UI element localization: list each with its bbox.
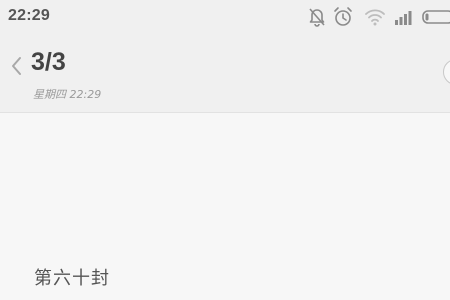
- bell-muted-icon: [308, 6, 326, 28]
- back-button[interactable]: [6, 50, 28, 80]
- note-content[interactable]: 第六十封: [0, 113, 450, 300]
- note-timestamp: 星期四 22:29: [33, 88, 102, 101]
- page-title: 3/3: [31, 48, 66, 76]
- circle-action-button[interactable]: [443, 59, 450, 85]
- alarm-clock-icon: [333, 6, 353, 28]
- note-body-text: 第六十封: [34, 268, 110, 289]
- status-time: 22:29: [8, 7, 50, 24]
- battery-icon: [422, 6, 450, 28]
- wifi-icon: [364, 6, 386, 28]
- signal-bars-icon: [393, 6, 415, 28]
- note-detail-screen: 22:29 3/3 星期四 22:29 第六十封: [0, 0, 450, 300]
- status-bar: 22:29: [0, 0, 450, 34]
- note-header: 3/3 星期四 22:29: [0, 34, 450, 113]
- chevron-left-icon: [6, 50, 28, 80]
